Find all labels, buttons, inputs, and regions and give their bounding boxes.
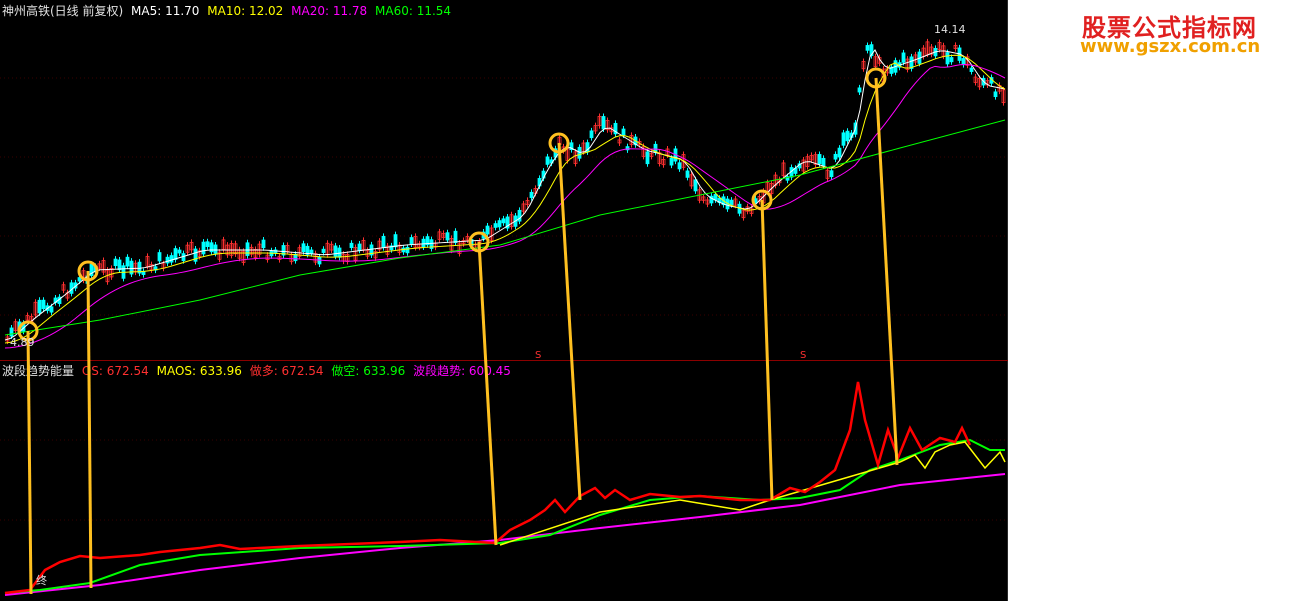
candle-body <box>381 235 386 249</box>
candle-body <box>201 241 206 255</box>
low-price-label: 4.89 <box>10 336 35 349</box>
candle-body <box>669 157 674 166</box>
candle-body <box>37 299 42 314</box>
ma10-line <box>4 54 1006 344</box>
candle-body <box>969 67 974 72</box>
stock-chart-window: 神州高铁(日线 前复权) MA5: 11.70 MA10: 12.02 MA20… <box>0 0 1302 601</box>
candle-body <box>621 128 626 136</box>
candle-body <box>165 256 170 264</box>
candle-body <box>693 179 698 192</box>
signal-connector <box>874 77 899 466</box>
signal-connector <box>760 199 774 501</box>
candle-body <box>245 242 250 256</box>
short-line <box>4 438 1005 594</box>
candle-body <box>393 234 398 248</box>
candle-body <box>157 252 162 262</box>
candle-body <box>173 248 178 260</box>
candle-body <box>837 147 842 158</box>
candle-body <box>357 243 362 251</box>
candle-body <box>993 91 998 98</box>
candle-body <box>309 249 314 254</box>
signal-connector <box>86 270 93 589</box>
candle-body <box>453 230 458 244</box>
candle-body <box>821 157 826 167</box>
candle-body <box>677 162 682 170</box>
candle-body <box>485 225 490 235</box>
candle-body <box>177 249 182 254</box>
candle-body <box>49 306 54 313</box>
candle-body <box>601 116 606 130</box>
candle-body <box>125 256 130 267</box>
candle-body <box>857 87 862 93</box>
ma20-line <box>4 63 1006 349</box>
candle-body <box>713 193 718 201</box>
end-marker: 终 <box>36 573 47 587</box>
signal-connector <box>26 330 33 595</box>
candle-body <box>645 151 650 165</box>
candle-body <box>729 199 734 206</box>
price-and-indicator-plot[interactable]: 14.14 4.89 终 S S <box>0 0 1008 601</box>
candle-body <box>961 58 966 66</box>
chart-area[interactable]: 神州高铁(日线 前复权) MA5: 11.70 MA10: 12.02 MA20… <box>0 0 1008 601</box>
candle-body <box>833 153 838 160</box>
candle-body <box>349 242 354 249</box>
candle-body <box>421 238 426 248</box>
candle-body <box>333 245 338 257</box>
watermark-panel <box>1008 0 1302 601</box>
candle-body <box>113 258 118 267</box>
candle-body <box>845 130 850 142</box>
candle-body <box>945 52 950 65</box>
candle-body <box>949 57 954 63</box>
ma5-line <box>4 49 1006 341</box>
maos-line <box>499 441 1006 546</box>
candle-body <box>497 220 502 228</box>
candle-body <box>205 241 210 247</box>
candle-body <box>501 218 506 224</box>
candle-body <box>321 248 326 253</box>
signal-connector <box>477 241 498 546</box>
candle-body <box>545 156 550 165</box>
candle-body <box>261 239 266 249</box>
candle-body <box>169 255 174 263</box>
candle-body <box>213 244 218 254</box>
high-price-label: 14.14 <box>934 23 966 36</box>
candle-body <box>301 243 306 253</box>
candle-body <box>529 191 534 198</box>
candle-body <box>829 170 834 178</box>
candle-body <box>445 232 450 241</box>
signal-marker-2: S <box>800 350 806 361</box>
candle-body <box>865 45 870 51</box>
watermark-url: www.gszx.com.cn <box>1080 36 1261 57</box>
candle-body <box>409 237 414 245</box>
candle-body <box>117 259 122 271</box>
candle-body <box>901 52 906 63</box>
candle-body <box>841 132 846 146</box>
signal-connector <box>557 142 582 501</box>
candle-body <box>405 246 410 254</box>
candle-body <box>493 223 498 228</box>
signal-marker-1: S <box>535 350 541 361</box>
candle-body <box>589 130 594 139</box>
candle-body <box>685 170 690 178</box>
candle-body <box>9 327 14 337</box>
candle-body <box>41 299 46 310</box>
candle-body <box>817 154 822 165</box>
